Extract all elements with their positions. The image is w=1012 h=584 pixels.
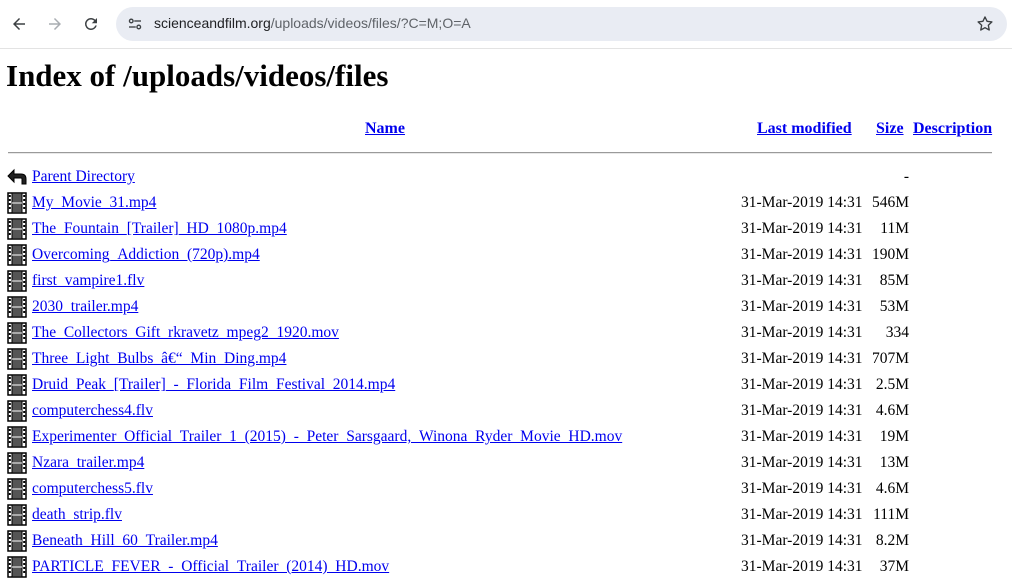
- size-cell: 8.2M: [875, 532, 909, 549]
- url-path: /uploads/videos/files/?C=M;O=A: [270, 15, 471, 31]
- last-modified-cell: 31-Mar-2019 14:31: [741, 454, 863, 471]
- file-link[interactable]: Beneath_Hill_60_Trailer.mp4: [32, 532, 218, 550]
- sort-by-size-link[interactable]: Size: [876, 120, 904, 138]
- size-cell: 19M: [879, 428, 909, 445]
- file-row: computerchess4.flv 31-Mar-2019 14:31 4.6M: [0, 397, 1012, 423]
- file-row: The_Fountain_[Trailer]_HD_1080p.mp4 31-Ma…: [0, 215, 1012, 241]
- movie-icon: [7, 348, 27, 370]
- size-cell: -: [903, 168, 909, 185]
- last-modified-cell: 31-Mar-2019 14:31: [741, 298, 863, 315]
- last-modified-cell: 31-Mar-2019 14:31: [741, 506, 863, 523]
- last-modified-cell: 31-Mar-2019 14:31: [741, 324, 863, 341]
- file-link[interactable]: Experimenter_Official_Trailer_1_(2015)_-…: [32, 428, 622, 446]
- arrow-left-icon: [13, 18, 25, 30]
- page-title: Index of /uploads/videos/files: [6, 58, 389, 93]
- size-cell: 13M: [879, 454, 909, 471]
- back-icon: [7, 166, 27, 188]
- url-text[interactable]: scienceandfilm.org/uploads/videos/files/…: [154, 15, 471, 31]
- size-cell: 334: [885, 324, 909, 341]
- last-modified-cell: 31-Mar-2019 14:31: [741, 350, 863, 367]
- size-cell: 11M: [880, 220, 909, 237]
- size-cell: 4.6M: [875, 480, 909, 497]
- file-link[interactable]: 2030_trailer.mp4: [32, 298, 138, 316]
- size-cell: 37M: [879, 558, 909, 575]
- movie-icon: [7, 374, 27, 396]
- movie-icon: [7, 270, 27, 292]
- file-row: My_Movie_31.mp4 31-Mar-2019 14:31 546M: [0, 189, 1012, 215]
- size-cell: 546M: [871, 194, 909, 211]
- file-row: first_vampire1.flv 31-Mar-2019 14:31 85M: [0, 267, 1012, 293]
- movie-icon: [7, 244, 27, 266]
- file-link[interactable]: Druid_Peak_[Trailer]_-_Florida_Film_Fest…: [32, 376, 395, 394]
- file-link[interactable]: death_strip.flv: [32, 506, 122, 524]
- file-link[interactable]: The_Collectors_Gift_rkravetz_mpeg2_1920.…: [32, 324, 339, 342]
- last-modified-cell: 31-Mar-2019 14:31: [741, 246, 863, 263]
- movie-icon: [7, 504, 27, 526]
- reload-icon: [84, 17, 97, 30]
- movie-icon: [7, 556, 27, 578]
- sort-by-last-modified-link[interactable]: Last modified: [757, 120, 852, 138]
- size-cell: 111M: [873, 506, 909, 523]
- file-row: Experimenter_Official_Trailer_1_(2015)_-…: [0, 423, 1012, 449]
- movie-icon: [7, 218, 27, 240]
- file-link[interactable]: PARTICLE_FEVER_-_Official_Trailer_(2014)…: [32, 558, 389, 576]
- last-modified-cell: 31-Mar-2019 14:31: [741, 558, 863, 575]
- file-row: PARTICLE_FEVER_-_Official_Trailer_(2014)…: [0, 553, 1012, 579]
- last-modified-cell: 31-Mar-2019 14:31: [741, 194, 863, 211]
- file-link[interactable]: computerchess5.flv: [32, 480, 153, 498]
- sort-by-description-link[interactable]: Description: [913, 120, 992, 138]
- file-row: Druid_Peak_[Trailer]_-_Florida_Film_Fest…: [0, 371, 1012, 397]
- last-modified-cell: 31-Mar-2019 14:31: [741, 532, 863, 549]
- file-row: The_Collectors_Gift_rkravetz_mpeg2_1920.…: [0, 319, 1012, 345]
- movie-icon: [7, 478, 27, 500]
- movie-icon: [7, 296, 27, 318]
- file-link[interactable]: Overcoming_Addiction_(720p).mp4: [32, 246, 260, 264]
- browser-toolbar: scienceandfilm.org/uploads/videos/files/…: [0, 0, 1012, 49]
- bookmark-star-icon[interactable]: [975, 14, 995, 34]
- size-cell: 85M: [879, 272, 909, 289]
- file-link[interactable]: Nzara_trailer.mp4: [32, 454, 144, 472]
- file-link[interactable]: first_vampire1.flv: [32, 272, 144, 290]
- file-row: Nzara_trailer.mp4 31-Mar-2019 14:31 13M: [0, 449, 1012, 475]
- last-modified-cell: 31-Mar-2019 14:31: [741, 376, 863, 393]
- movie-icon: [7, 452, 27, 474]
- last-modified-cell: 31-Mar-2019 14:31: [741, 480, 863, 497]
- last-modified-cell: 31-Mar-2019 14:31: [741, 428, 863, 445]
- forward-button[interactable]: [41, 10, 69, 38]
- size-cell: 707M: [871, 350, 909, 367]
- file-row: Overcoming_Addiction_(720p).mp4 31-Mar-20…: [0, 241, 1012, 267]
- movie-icon: [7, 426, 27, 448]
- file-row: Three_Light_Bulbs_â€“_Min_Ding.mp4 31-Mar…: [0, 345, 1012, 371]
- movie-icon: [7, 400, 27, 422]
- last-modified-cell: 31-Mar-2019 14:31: [741, 402, 863, 419]
- movie-icon: [7, 530, 27, 552]
- site-info-icon[interactable]: [126, 15, 144, 33]
- parent-directory-link[interactable]: Parent Directory: [32, 168, 135, 186]
- parent-directory-row: Parent Directory -: [0, 163, 1012, 189]
- size-cell: 190M: [871, 246, 909, 263]
- file-row: computerchess5.flv 31-Mar-2019 14:31 4.6M: [0, 475, 1012, 501]
- last-modified-cell: 31-Mar-2019 14:31: [741, 272, 863, 289]
- file-link[interactable]: The_Fountain_[Trailer]_HD_1080p.mp4: [32, 220, 287, 238]
- last-modified-cell: 31-Mar-2019 14:31: [741, 220, 863, 237]
- movie-icon: [7, 192, 27, 214]
- sort-by-name-link[interactable]: Name: [365, 120, 405, 138]
- file-link[interactable]: My_Movie_31.mp4: [32, 194, 156, 212]
- header-divider: [8, 152, 992, 154]
- file-row: Beneath_Hill_60_Trailer.mp4 31-Mar-2019 1…: [0, 527, 1012, 553]
- file-row: death_strip.flv 31-Mar-2019 14:31 111M: [0, 501, 1012, 527]
- back-button[interactable]: [5, 10, 33, 38]
- file-row: 2030_trailer.mp4 31-Mar-2019 14:31 53M: [0, 293, 1012, 319]
- movie-icon: [7, 322, 27, 344]
- size-cell: 2.5M: [875, 376, 909, 393]
- arrow-right-icon: [49, 18, 61, 30]
- file-link[interactable]: computerchess4.flv: [32, 402, 153, 420]
- size-cell: 4.6M: [875, 402, 909, 419]
- reload-button[interactable]: [77, 10, 105, 38]
- file-link[interactable]: Three_Light_Bulbs_â€“_Min_Ding.mp4: [32, 350, 286, 368]
- address-bar[interactable]: scienceandfilm.org/uploads/videos/files/…: [116, 7, 1007, 41]
- url-host: scienceandfilm.org: [154, 15, 271, 31]
- size-cell: 53M: [879, 298, 909, 315]
